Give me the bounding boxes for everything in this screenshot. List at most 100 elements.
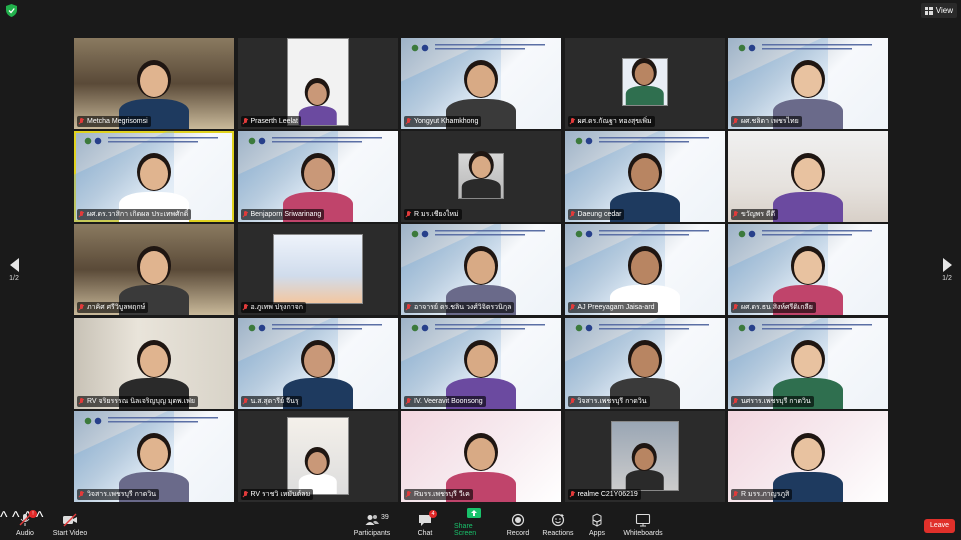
- whiteboards-button[interactable]: Whiteboards: [623, 509, 663, 540]
- participant-video-tile[interactable]: Yongyut Khamkhong: [401, 38, 561, 129]
- participant-name-text: IV. Veeravit Boonsong: [414, 397, 483, 405]
- grid-view-icon: [924, 6, 933, 15]
- reactions-button[interactable]: Reactions: [542, 509, 574, 540]
- participant-video-tile[interactable]: วิจสาร.เพชรบุรี กาดวิน: [564, 317, 725, 409]
- leave-button[interactable]: Leave: [924, 519, 955, 533]
- participant-name-label: ภาคิศ ศรีวิบูลพฤกษ์: [77, 302, 149, 314]
- muted-microphone-icon: [243, 397, 248, 405]
- participant-name-label: R มรร.ภาญรภูสิ: [731, 488, 793, 500]
- participant-video-tile[interactable]: Praserth Leelat: [237, 38, 398, 129]
- participants-button[interactable]: 39 Participants: [352, 509, 392, 540]
- participant-video-tile[interactable]: IV. Veeravit Boonsong: [401, 317, 561, 409]
- participants-count: 39: [381, 514, 389, 521]
- smiley-icon: [550, 513, 566, 527]
- participant-video-tile[interactable]: น.ส.สุดารีย์ จีนรุ: [237, 317, 398, 409]
- chat-label: Chat: [417, 530, 433, 537]
- muted-microphone-icon: [570, 304, 575, 311]
- participant-video-tile[interactable]: Benjaporn Sriwarinang: [237, 131, 398, 223]
- participant-figure: [773, 150, 843, 223]
- participant-name-text: Praserth Leelat: [250, 118, 298, 125]
- participant-figure: [298, 448, 337, 494]
- whiteboard-icon: [635, 513, 651, 527]
- audio-options-caret-icon[interactable]: ^: [0, 509, 8, 526]
- record-label: Record: [506, 530, 530, 537]
- participant-profile-picture: [286, 416, 349, 495]
- participant-video-tile[interactable]: R มรร.ภาญรภูสิ: [728, 410, 888, 502]
- participant-video-tile[interactable]: ภาคิศ ศรีวิบูลพฤกษ์: [74, 224, 234, 316]
- participant-name-label: IV. Veeravit Boonsong: [404, 395, 486, 407]
- participant-name-text: Yongyut Khamkhong: [414, 118, 479, 125]
- participant-name-label: Daeung cedar: [567, 209, 625, 221]
- participant-video-tile[interactable]: วิจสาร.เพชรบุรี กาดวิน: [74, 410, 234, 502]
- muted-microphone-icon: [570, 118, 575, 125]
- top-bar: View: [0, 0, 961, 22]
- participant-profile-picture: [272, 234, 363, 305]
- participant-name-label: RV จริยรรรณ นิลเจริญบุญ มุดพ.เฟย: [77, 395, 199, 407]
- participant-video-tile[interactable]: ผศ.ดร.ธน สิงห์ศรีดิเกลีย: [728, 224, 888, 316]
- participant-name-text: RV จริยรรรณ นิลเจริญบุญ มุดพ.เฟย: [87, 397, 196, 405]
- next-page-button[interactable]: 1/2: [936, 258, 958, 282]
- participant-video-tile[interactable]: อาจารย์ ดร.ชลิน วงศ์วิจิตรวนิกุล: [401, 224, 561, 316]
- view-button[interactable]: View: [920, 3, 957, 18]
- participant-video-tile[interactable]: ขวัญพร ดีดี: [728, 131, 888, 223]
- participant-name-label: วิจสาร.เพชรบุรี กาดวิน: [77, 488, 160, 500]
- participant-video-tile[interactable]: อ.ภูเทพ ปรุงกาจก: [237, 224, 398, 316]
- chat-options-caret-icon[interactable]: ^: [36, 509, 44, 526]
- whiteboards-label: Whiteboards: [623, 530, 663, 537]
- muted-microphone-icon: [733, 211, 738, 218]
- previous-page-button[interactable]: 1/2: [3, 258, 25, 282]
- participant-video-tile[interactable]: ผศ.ดร.กัณฐา ทองสุขเพิ่ม: [564, 38, 725, 129]
- view-label: View: [935, 6, 953, 15]
- participant-name-text: R มร.เชียงใหม่: [414, 211, 459, 219]
- chat-button[interactable]: 4 Chat: [414, 509, 437, 540]
- participant-name-text: น.ส.สุดารีย์ จีนรุ: [250, 397, 299, 405]
- apps-button[interactable]: Apps: [586, 509, 608, 540]
- participant-name-label: วิจสาร.เพชรบุรี กาดวิน: [567, 395, 650, 407]
- muted-microphone-icon: [733, 397, 738, 405]
- participant-name-label: น.ส.สุดารีย์ จีนรุ: [240, 395, 302, 407]
- participant-video-tile[interactable]: RV จริยรรรณ นิลเจริญบุญ มุดพ.เฟย: [74, 317, 234, 409]
- record-button[interactable]: Record: [504, 509, 532, 540]
- meeting-toolbar: ! Audio ^ Start Video ^ 39 Participants …: [0, 508, 961, 540]
- muted-microphone-icon: [243, 304, 248, 311]
- share-screen-button[interactable]: Share Screen: [454, 508, 494, 540]
- page-indicator-right: 1/2: [942, 275, 952, 282]
- participant-name-text: ผศ.ดร.วาสิกา เกิดผล ประเทพศักดิ์: [87, 211, 189, 219]
- participant-figure: [625, 59, 664, 105]
- participant-figure: [461, 152, 501, 199]
- participant-name-text: RV ราชวิ เหมันต์ลม: [250, 490, 311, 498]
- participant-profile-picture: [621, 58, 668, 106]
- participant-name-label: AJ Preeyagarn Jaisa-ard: [567, 302, 658, 314]
- muted-microphone-icon: [79, 118, 84, 125]
- participant-video-tile[interactable]: Daeung cedar: [564, 131, 725, 223]
- participant-video-tile[interactable]: นศราร.เพชรบุรี กาดวิน: [728, 317, 888, 409]
- participant-profile-picture: [286, 38, 349, 126]
- participants-icon: 39: [364, 513, 389, 527]
- chat-icon: 4: [417, 510, 437, 527]
- participant-video-tile[interactable]: R มร.เชียงใหม่: [401, 131, 561, 223]
- participant-name-label: นศราร.เพชรบุรี กาดวิน: [731, 395, 814, 407]
- muted-microphone-icon: [733, 490, 738, 498]
- participant-name-label: อาจารย์ ดร.ชลิน วงศ์วิจิตรวนิกุล: [404, 302, 515, 314]
- participant-name-text: Metcha Megrisomsi: [87, 118, 148, 125]
- participant-name-label: R มร.เชียงใหม่: [404, 209, 462, 221]
- start-video-button[interactable]: Start Video: [52, 509, 88, 540]
- muted-microphone-icon: [570, 397, 575, 405]
- participant-video-tile[interactable]: AJ Preeyagarn Jaisa-ard: [564, 224, 725, 316]
- participant-video-tile[interactable]: RV ราชวิ เหมันต์ลม: [237, 410, 398, 502]
- participant-video-tile[interactable]: Rมรร.เพชรบุรี วีเค: [401, 410, 561, 502]
- participant-video-tile[interactable]: Metcha Megrisomsi: [74, 38, 234, 129]
- participant-name-text: Rมรร.เพชรบุรี วีเค: [414, 490, 470, 498]
- muted-microphone-icon: [243, 118, 248, 125]
- muted-microphone-icon: [79, 397, 84, 405]
- apps-icon: [589, 513, 605, 527]
- participant-name-text: Daeung cedar: [577, 211, 622, 219]
- participant-name-text: ผศ.ชลิตา เพชรไทย: [741, 118, 799, 125]
- participant-name-text: วิจสาร.เพชรบุรี กาดวิน: [87, 490, 157, 498]
- participant-video-tile[interactable]: ผศ.ดร.วาสิกา เกิดผล ประเทพศักดิ์: [74, 131, 234, 223]
- participant-video-tile[interactable]: ผศ.ชลิตา เพชรไทย: [728, 38, 888, 129]
- shield-icon[interactable]: [6, 4, 17, 17]
- participant-video-tile[interactable]: realme C21Y06219: [564, 410, 725, 502]
- participant-name-label: Rมรร.เพชรบุรี วีเค: [404, 488, 473, 500]
- audio-button[interactable]: ! Audio: [14, 509, 37, 540]
